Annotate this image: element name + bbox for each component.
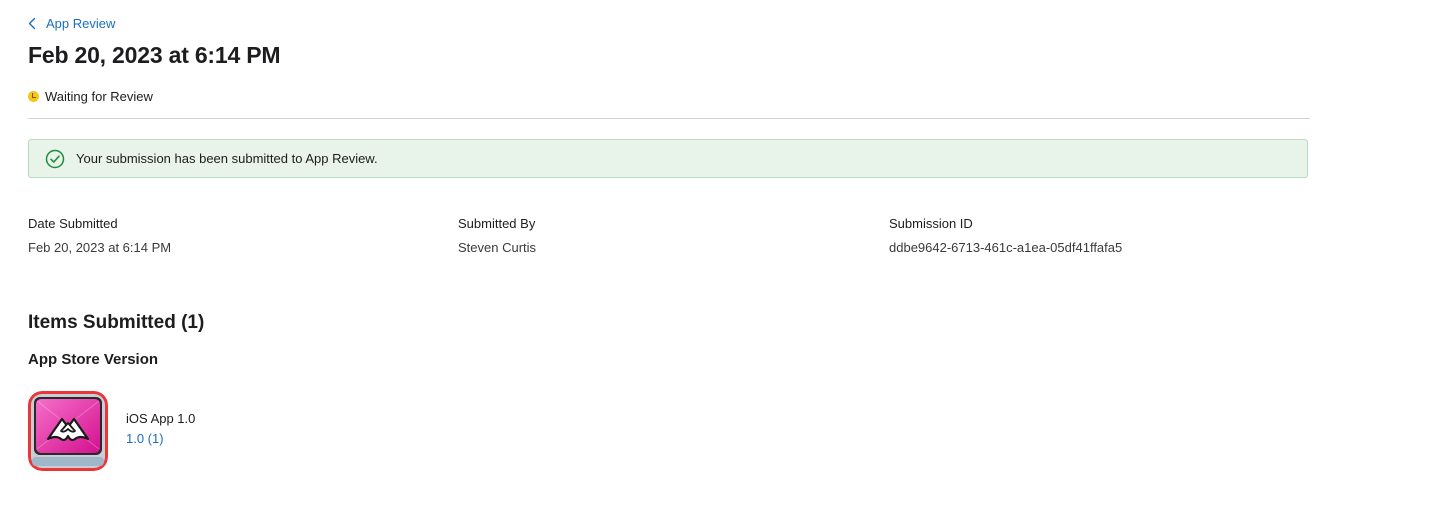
- submission-id-field: Submission ID ddbe9642-6713-461c-a1ea-05…: [889, 216, 1122, 255]
- submission-id-value: ddbe9642-6713-461c-a1ea-05df41ffafa5: [889, 240, 1123, 255]
- app-name: iOS App 1.0: [126, 411, 196, 426]
- checkmark-circle-icon: [45, 149, 65, 169]
- back-to-app-review-link[interactable]: App Review: [28, 16, 115, 31]
- date-submitted-label: Date Submitted: [28, 216, 118, 231]
- success-banner: Your submission has been submitted to Ap…: [28, 139, 1308, 178]
- submission-status: Waiting for Review: [28, 89, 153, 104]
- back-link-label[interactable]: App Review: [46, 16, 115, 31]
- app-store-version-title: App Store Version: [28, 351, 159, 368]
- date-submitted-value: Feb 20, 2023 at 6:14 PM: [28, 240, 172, 255]
- submitted-by-label: Submitted By: [458, 216, 536, 231]
- header-divider: [28, 118, 1310, 119]
- banner-message: Your submission has been submitted to Ap…: [76, 151, 378, 166]
- clock-icon: [28, 91, 39, 102]
- status-label: Waiting for Review: [45, 89, 153, 104]
- date-submitted-field: Date Submitted Feb 20, 2023 at 6:14 PM: [28, 216, 171, 255]
- app-version-link[interactable]: 1.0 (1): [126, 431, 164, 446]
- submission-page: App Review Feb 20, 2023 at 6:14 PM Waiti…: [0, 0, 1432, 518]
- submitted-by-value: Steven Curtis: [458, 240, 537, 255]
- page-title: Feb 20, 2023 at 6:14 PM: [28, 42, 281, 68]
- submission-id-label: Submission ID: [889, 216, 973, 231]
- items-submitted-title: Items Submitted (1): [28, 312, 205, 333]
- submitted-by-field: Submitted By Steven Curtis: [458, 216, 536, 255]
- chevron-left-icon: [28, 17, 36, 30]
- app-icon[interactable]: [28, 391, 108, 471]
